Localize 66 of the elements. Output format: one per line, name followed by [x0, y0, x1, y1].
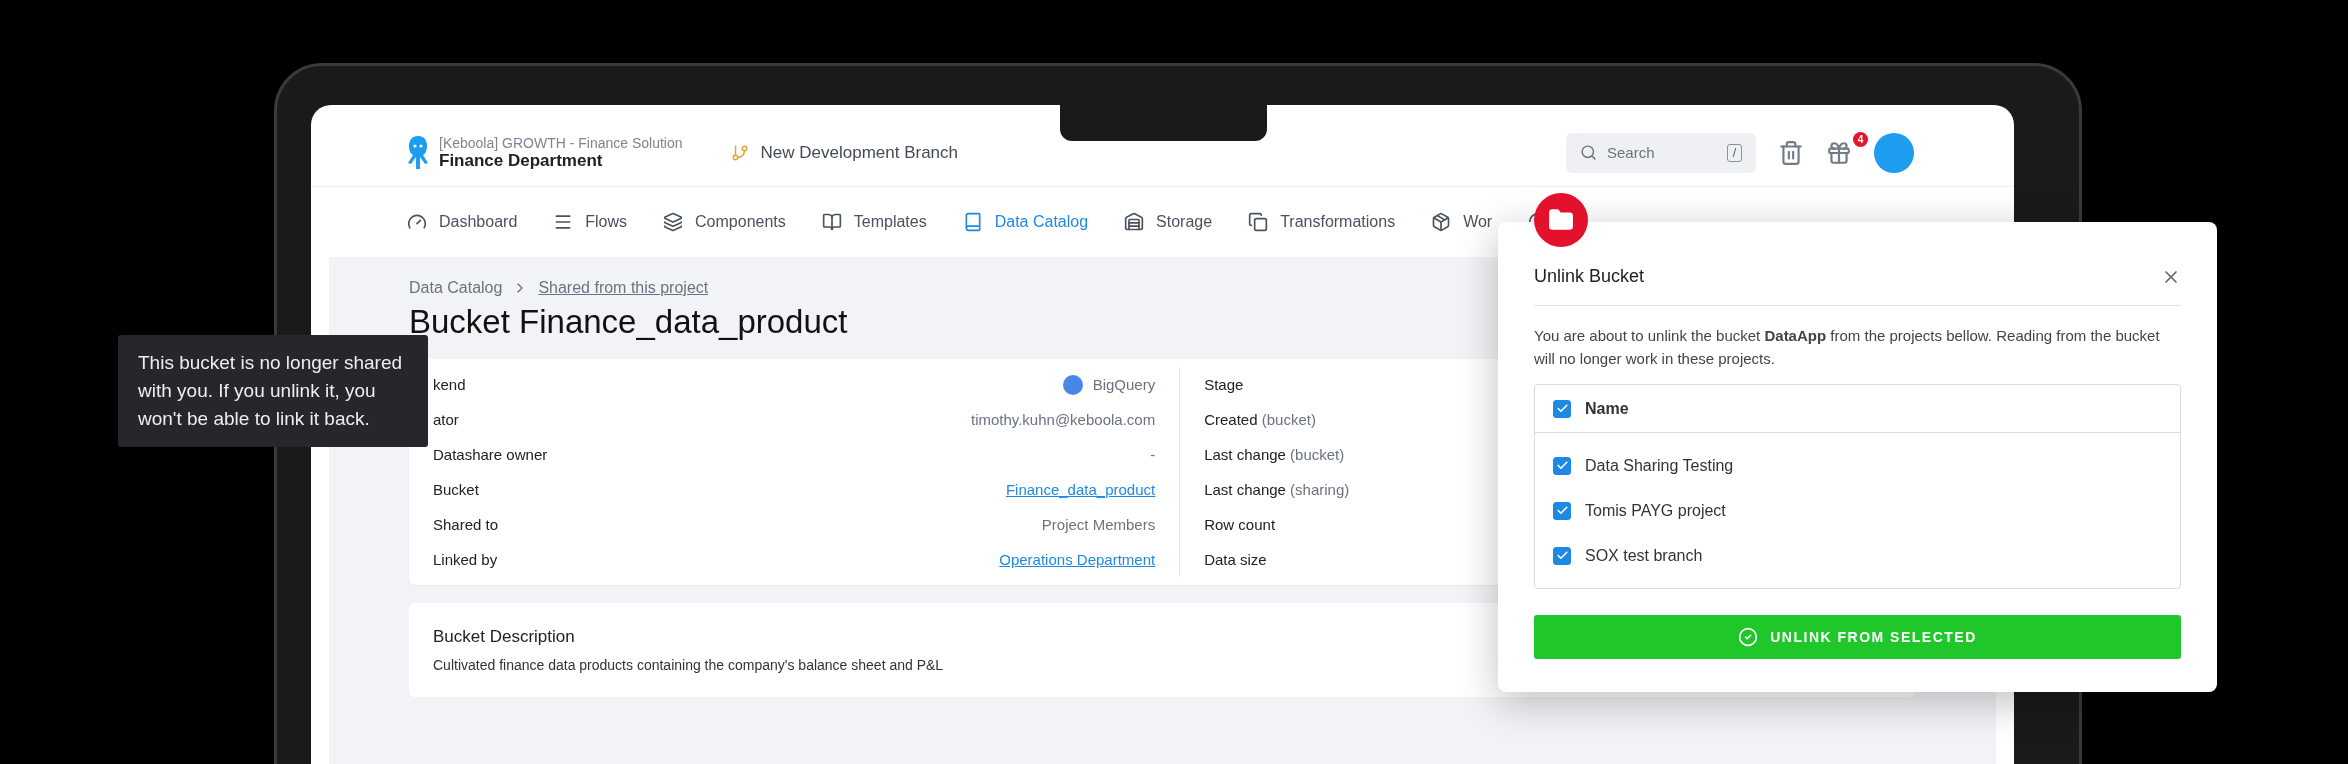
- nav-tab[interactable]: Templates: [821, 212, 927, 232]
- nav-tab[interactable]: Components: [663, 212, 786, 232]
- check-icon: [1555, 459, 1569, 472]
- layers-icon: [663, 212, 684, 232]
- check-icon: [1555, 549, 1569, 562]
- bigquery-icon: [1062, 374, 1083, 395]
- open-book-icon: [821, 212, 842, 232]
- field-label: Bucket: [433, 481, 479, 498]
- check-circle-icon: [1738, 627, 1759, 647]
- nav-tab[interactable]: Storage: [1124, 212, 1213, 232]
- checkbox[interactable]: [1553, 501, 1571, 520]
- field-value: timothy.kuhn@keboola.com: [970, 411, 1156, 428]
- checkbox[interactable]: [1553, 546, 1571, 565]
- dialog-message: You are about to unlink the bucket DataApp from the projects bellow. Reading from the bucket will no longer work in these projects.: [1534, 326, 2161, 369]
- dialog-title: Unlink Bucket: [1534, 266, 1645, 287]
- description-title: Bucket Description: [433, 627, 575, 647]
- branch-selector[interactable]: New Development Branch: [730, 142, 959, 163]
- notification-badge: 4: [1853, 131, 1868, 147]
- field-value: Project Members: [1041, 516, 1156, 533]
- organization-name: [Keboola] GROWTH - Finance Solution: [439, 134, 683, 151]
- gauge-icon: [407, 212, 427, 232]
- field-label: Data size: [1204, 551, 1267, 568]
- column-header: Name: [1585, 399, 1629, 418]
- project-name: Data Sharing Testing: [1585, 456, 1734, 475]
- field-label: Last change (bucket): [1204, 446, 1345, 463]
- warehouse-icon: [1124, 212, 1145, 232]
- checkbox[interactable]: [1553, 456, 1571, 475]
- gift-icon[interactable]: [1826, 139, 1852, 166]
- nav-tab[interactable]: Flows: [553, 212, 628, 232]
- check-icon: [1555, 402, 1569, 415]
- user-avatar[interactable]: [1874, 132, 1914, 173]
- description-text: Cultivated finance data products containing the company's balance sheet and P&L: [433, 657, 945, 673]
- field-label: Stage: [1204, 376, 1244, 393]
- octopus-logo-icon: [407, 135, 429, 170]
- tooltip: This bucket is no longer shared with you. If you unlink it, you won't be able to link it back.: [118, 335, 428, 447]
- box-icon: [1431, 212, 1452, 232]
- check-icon: [1555, 504, 1569, 517]
- field-value: BigQuery: [1092, 376, 1156, 393]
- field-label: kend: [433, 376, 466, 393]
- field-value: -: [1150, 446, 1156, 463]
- project-name: SOX test branch: [1585, 546, 1703, 565]
- field-label: Last change (sharing): [1204, 481, 1350, 498]
- folder-glyph-icon: [1548, 207, 1574, 233]
- field-link[interactable]: Operations Department: [999, 551, 1156, 568]
- shortcut-key: /: [1726, 143, 1742, 162]
- field-label: Shared to: [433, 516, 499, 533]
- search-icon: [1580, 144, 1597, 161]
- project-name: Finance Department: [439, 150, 604, 171]
- field-label: Datashare owner: [433, 446, 548, 463]
- breadcrumb-item[interactable]: Data Catalog: [409, 279, 503, 297]
- nav-tab[interactable]: Transformations: [1248, 212, 1396, 232]
- search-field[interactable]: Search /: [1566, 132, 1756, 173]
- field-label: Created (bucket): [1204, 411, 1316, 428]
- trash-icon[interactable]: [1778, 139, 1804, 166]
- field-label: Row count: [1204, 516, 1276, 533]
- nav-tab[interactable]: Dashboard: [407, 212, 518, 232]
- nav-tab[interactable]: Data Catalog: [962, 212, 1089, 232]
- field-label: ator: [433, 411, 459, 428]
- nav-tab[interactable]: Wor: [1431, 212, 1493, 232]
- breadcrumb-link[interactable]: Shared from this project: [538, 279, 709, 297]
- branch-icon: [730, 143, 749, 162]
- copy-icon: [1248, 212, 1269, 232]
- field-link[interactable]: Finance_data_product: [1005, 481, 1156, 498]
- project-name: Tomis PAYG project: [1585, 501, 1726, 520]
- field-label: Linked by: [433, 551, 498, 568]
- checkbox[interactable]: [1553, 399, 1571, 418]
